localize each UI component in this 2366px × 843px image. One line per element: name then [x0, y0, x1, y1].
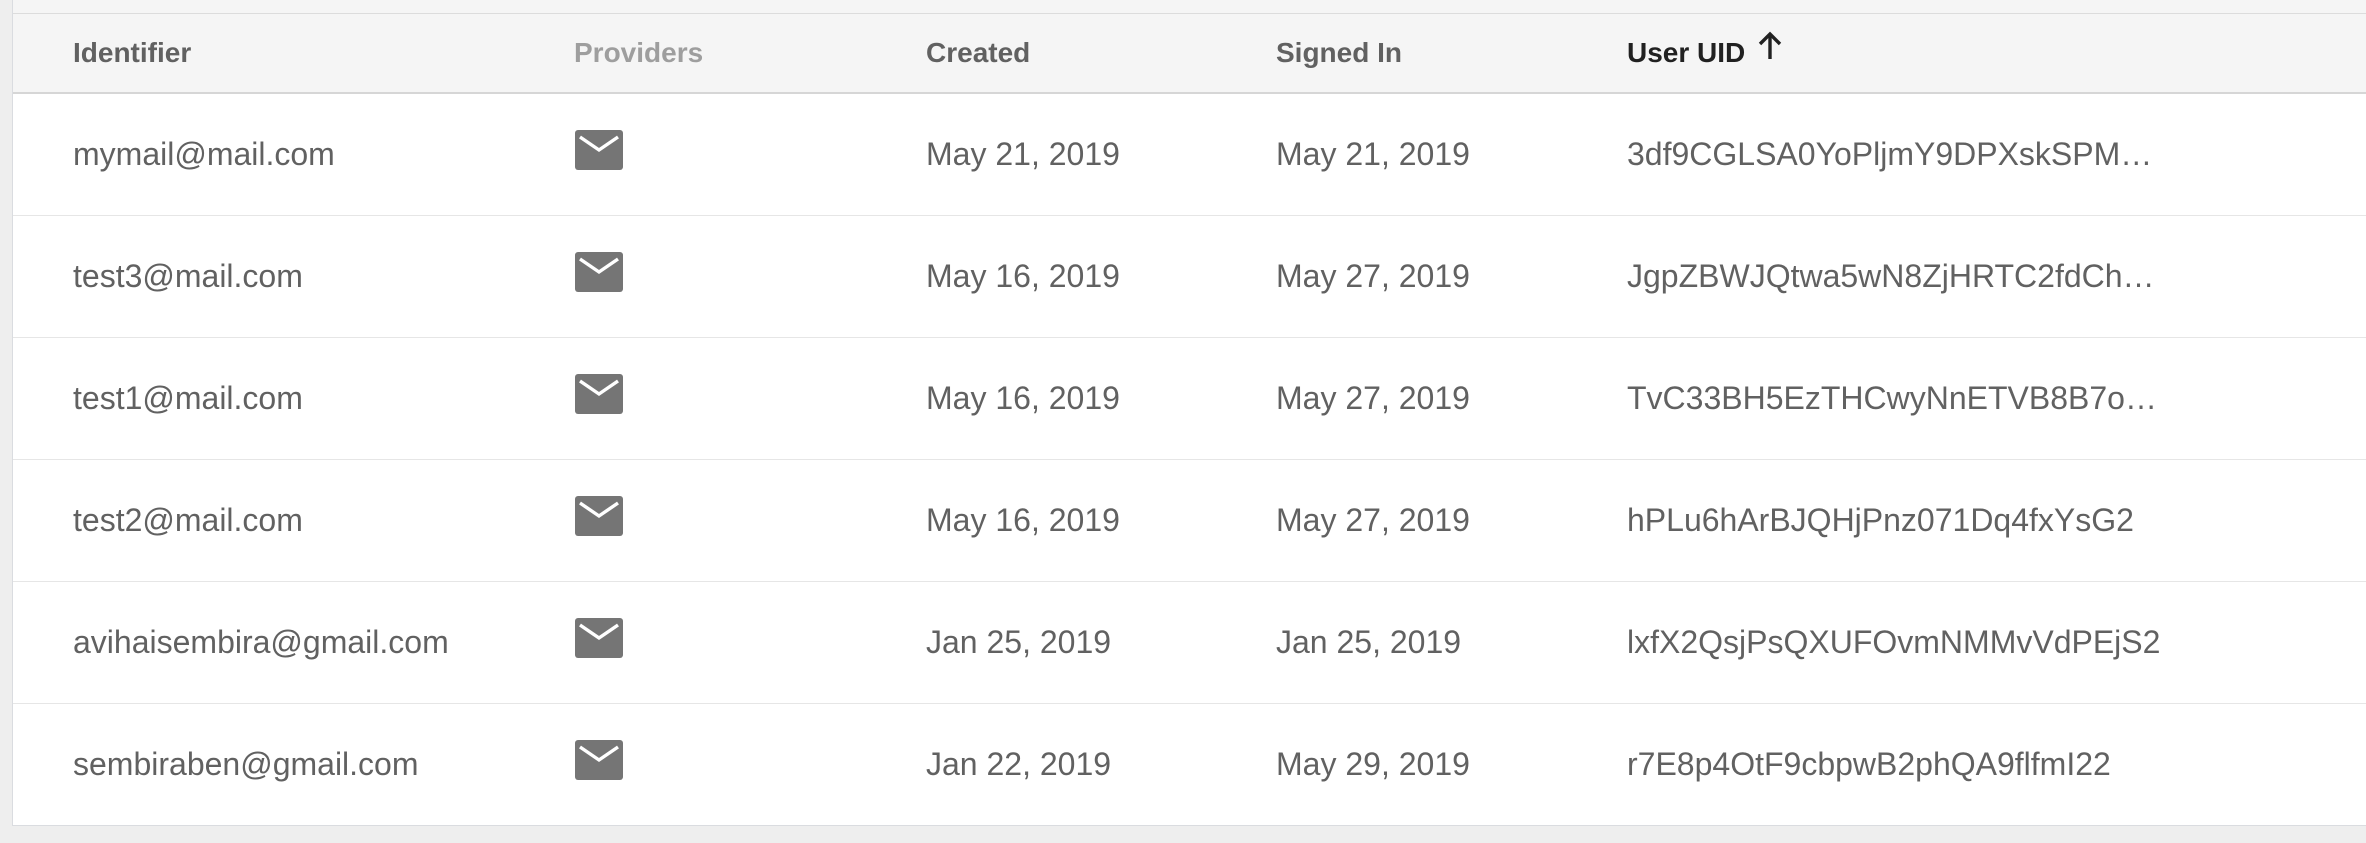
mail-icon: [575, 374, 623, 414]
cell-signed-in: Jan 25, 2019: [1276, 624, 1462, 660]
cell-user-uid: 3df9CGLSA0YoPljmY9DPXskSPM…: [1627, 136, 2153, 172]
table-row[interactable]: test3@mail.com May 16, 2019 May 27, 2019…: [13, 216, 2366, 338]
cell-user-uid: r7E8p4OtF9cbpwB2phQA9flfmI22: [1627, 746, 2111, 782]
cell-created: May 21, 2019: [926, 136, 1120, 172]
cell-created: May 16, 2019: [926, 502, 1120, 538]
table-row[interactable]: avihaisembira@gmail.com Jan 25, 2019 Jan…: [13, 582, 2366, 704]
cell-identifier: mymail@mail.com: [73, 136, 335, 172]
column-header-created[interactable]: Created: [926, 14, 1030, 92]
column-header-identifier[interactable]: Identifier: [73, 14, 191, 92]
cell-identifier: sembiraben@gmail.com: [73, 746, 419, 782]
mail-icon: [575, 618, 623, 658]
cell-created: Jan 22, 2019: [926, 746, 1112, 782]
cell-user-uid: TvC33BH5EzTHCwyNnETVB8B7o…: [1627, 380, 2157, 416]
mail-icon: [575, 252, 623, 292]
column-header-user-uid[interactable]: User UID: [1627, 14, 1783, 92]
cell-created: May 16, 2019: [926, 258, 1120, 294]
table-row[interactable]: test2@mail.com May 16, 2019 May 27, 2019…: [13, 460, 2366, 582]
column-header-signed-in[interactable]: Signed In: [1276, 14, 1402, 92]
cell-signed-in: May 27, 2019: [1276, 380, 1470, 416]
cell-identifier: test2@mail.com: [73, 502, 303, 538]
table-top-band: [13, 0, 2366, 14]
cell-providers: [575, 460, 775, 581]
mail-icon: [575, 130, 623, 170]
cell-providers: [575, 94, 775, 215]
table-body: mymail@mail.com May 21, 2019 May 21, 201…: [13, 94, 2366, 826]
arrow-up-icon: [1757, 13, 1783, 91]
cell-user-uid: hPLu6hArBJQHjPnz071Dq4fxYsG2: [1627, 502, 2134, 538]
table-row[interactable]: test1@mail.com May 16, 2019 May 27, 2019…: [13, 338, 2366, 460]
column-header-user-uid-label: User UID: [1627, 37, 1746, 68]
cell-identifier: avihaisembira@gmail.com: [73, 624, 449, 660]
cell-providers: [575, 216, 775, 337]
cell-user-uid: JgpZBWJQtwa5wN8ZjHRTC2fdCh…: [1627, 258, 2155, 294]
cell-signed-in: May 21, 2019: [1276, 136, 1470, 172]
column-header-providers: Providers: [574, 37, 704, 68]
cell-providers: [575, 704, 775, 825]
cell-providers: [575, 582, 775, 703]
cell-created: Jan 25, 2019: [926, 624, 1112, 660]
cell-providers: [575, 338, 775, 459]
cell-signed-in: May 27, 2019: [1276, 502, 1470, 538]
cell-signed-in: May 27, 2019: [1276, 258, 1470, 294]
cell-created: May 16, 2019: [926, 380, 1120, 416]
table-header: Identifier Providers Created Signed In U…: [13, 14, 2366, 94]
table-row[interactable]: sembiraben@gmail.com Jan 22, 2019 May 29…: [13, 704, 2366, 826]
cell-identifier: test3@mail.com: [73, 258, 303, 294]
users-table-card: Identifier Providers Created Signed In U…: [12, 0, 2366, 826]
cell-identifier: test1@mail.com: [73, 380, 303, 416]
mail-icon: [575, 496, 623, 536]
table-row[interactable]: mymail@mail.com May 21, 2019 May 21, 201…: [13, 94, 2366, 216]
mail-icon: [575, 740, 623, 780]
cell-user-uid: lxfX2QsjPsQXUFOvmNMMvVdPEjS2: [1627, 624, 2161, 660]
cell-signed-in: May 29, 2019: [1276, 746, 1470, 782]
